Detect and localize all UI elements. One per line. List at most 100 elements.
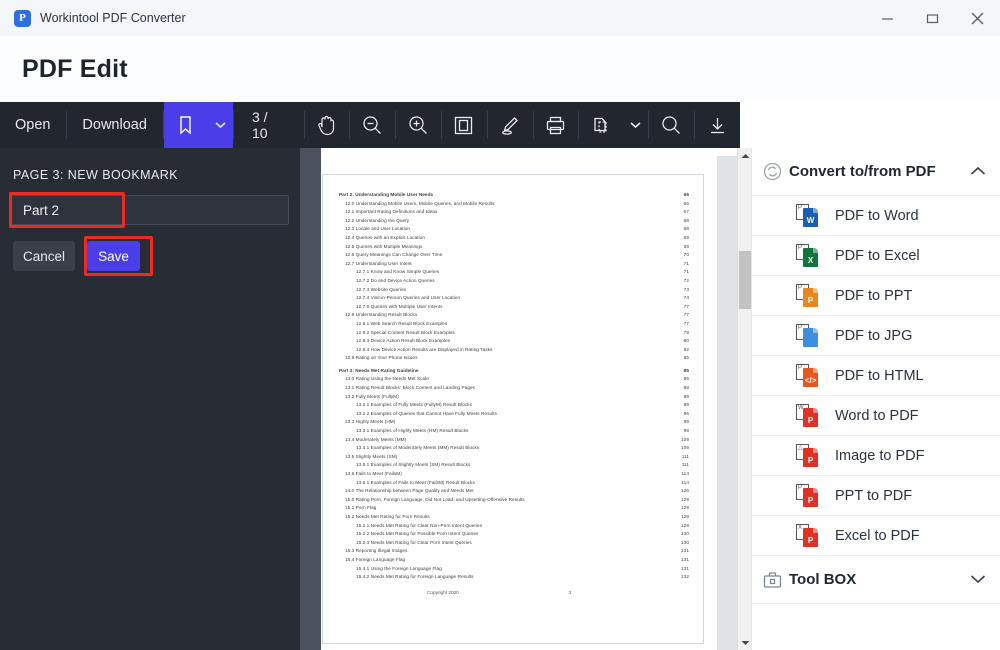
toc-entry-page: 89 <box>683 393 689 399</box>
target-file-glyph: W <box>803 207 818 227</box>
toc-entry-page: 74 <box>683 295 689 301</box>
toc-entry-title: 15.4 Foreign Language Flag <box>345 556 406 562</box>
toc-entry-title: 12.5 Queries with Multiple Meanings <box>345 243 423 249</box>
toc-row: 12.0 Understanding Mobile Users, Mobile … <box>339 200 689 209</box>
toc-entry-page: 130 <box>681 531 689 537</box>
toc-entry-page: 132 <box>681 574 689 580</box>
convert-item[interactable]: X P Excel to PDF <box>752 516 1000 556</box>
toolbox-section-header[interactable]: Tool BOX <box>752 556 1000 604</box>
page-title: PDF Edit <box>22 54 128 83</box>
viewer-scrollbar[interactable] <box>737 148 751 650</box>
bookmark-icon[interactable] <box>163 102 209 148</box>
toc-entry-page: 68 <box>683 226 689 232</box>
toc-entry-title: 13.5 Slightly Meets (SM) <box>345 453 398 459</box>
close-button[interactable] <box>955 0 1000 36</box>
convert-item[interactable]: P P PPT to PDF <box>752 476 1000 516</box>
scroll-up-arrow-icon[interactable] <box>738 148 752 163</box>
bookmark-dropdown-chevron-down-icon[interactable] <box>208 102 234 148</box>
page-layout-icon[interactable] <box>442 102 487 148</box>
page-indicator: 3 / 10 <box>251 109 268 141</box>
toc-entry-page: 77 <box>683 320 689 326</box>
file-fold-corner <box>813 287 818 293</box>
toc-entry-page: 88 <box>683 385 689 391</box>
convert-item[interactable]: W P Word to PDF <box>752 396 1000 436</box>
file-fold-corner <box>813 327 818 333</box>
convert-item[interactable]: P </> PDF to HTML <box>752 356 1000 396</box>
zoom-out-icon[interactable] <box>350 102 395 148</box>
toc-row: 15.1 Porn Flag 129 <box>339 504 689 513</box>
toc-entry-title: 13.5.1 Examples of Slightly Meets (SM) R… <box>356 462 471 468</box>
scroll-down-arrow-icon[interactable] <box>738 635 752 650</box>
file-fold-corner <box>813 247 818 253</box>
toc-entry-page: 131 <box>681 565 689 571</box>
app-logo-icon: P <box>14 9 31 27</box>
toc-entry-page: 126 <box>681 488 689 494</box>
cancel-button[interactable]: Cancel <box>13 241 75 271</box>
toc-entry-title: 12.4 Queries with an Explicit Location <box>345 234 426 240</box>
toc-entry-page: 68 <box>683 217 689 223</box>
toc-entry-page: 66 <box>683 200 689 206</box>
save-button[interactable]: Save <box>87 241 140 271</box>
extract-pages-icon[interactable] <box>579 102 624 148</box>
file-fold-corner <box>813 527 818 533</box>
minimize-button[interactable] <box>865 0 910 36</box>
toc-entry-title: 13.3 Highly Meets (HM) <box>345 419 396 425</box>
editor-toolbar: Open Download 3 / 10 <box>0 102 740 148</box>
toc-entry-page: 73 <box>683 286 689 292</box>
convert-section-header[interactable]: Convert to/from PDF <box>752 148 1000 196</box>
toc-entry-page: 72 <box>683 277 689 283</box>
toc-entry-title: 13.6.1 Examples of Fails to Meet (FailsM… <box>356 479 475 485</box>
zoom-in-icon[interactable] <box>396 102 441 148</box>
toc-row: 12.8.2 Special Content Result Block Exam… <box>339 329 689 338</box>
convert-section-title: Convert to/from PDF <box>789 163 936 180</box>
convert-item[interactable]: P X PDF to Excel <box>752 236 1000 276</box>
convert-item[interactable]: P P PDF to PPT <box>752 276 1000 316</box>
toc-entry-title: 12.6 Query Meanings Can Change Over Time <box>345 252 443 258</box>
target-file-glyph: P <box>803 487 818 507</box>
convert-item[interactable]: P PDF to JPG <box>752 316 1000 356</box>
toc-row: Part 2: Understanding Mobile User Needs 6… <box>339 191 689 200</box>
scrollbar-thumb[interactable] <box>739 251 751 309</box>
toc-entry-title: 12.8 Understanding Result Blocks <box>345 312 418 318</box>
toc-row: 12.8.1 Web Search Result Block Examples 7… <box>339 320 689 329</box>
open-button[interactable]: Open <box>0 102 66 148</box>
toc-entry-title: Part 2: Understanding Mobile User Needs <box>339 192 434 197</box>
toc-entry-title: 15.2.2 Needs Met Rating for Possible Por… <box>356 531 479 537</box>
highlight-pen-icon[interactable] <box>488 102 533 148</box>
target-file-glyph: X <box>803 247 818 267</box>
sidebar-resize-strip[interactable] <box>300 148 321 650</box>
toc-entry-page: 69 <box>683 243 689 249</box>
toc-entry-title: 13.4 Moderately Meets (MM) <box>345 436 407 442</box>
convert-item-label: Image to PDF <box>835 447 925 464</box>
convert-item[interactable]: △ P Image to PDF <box>752 436 1000 476</box>
toolbox-icon <box>763 571 789 589</box>
toc-entry-title: 13.4.1 Examples of Moderately Meets (MM)… <box>356 445 480 451</box>
toc-entry-title: Part 3: Needs Met Rating Guideline <box>339 367 419 373</box>
chevron-up-icon[interactable] <box>970 163 986 181</box>
extract-dropdown-chevron-down-icon[interactable] <box>624 102 648 148</box>
toc-entry-title: 12.7.3 Website Queries <box>356 286 406 292</box>
search-icon[interactable] <box>649 102 694 148</box>
chevron-down-icon[interactable] <box>970 571 986 589</box>
save-download-icon[interactable] <box>695 102 740 148</box>
bookmark-name-input[interactable] <box>11 195 289 225</box>
toc-row: 13.6.1 Examples of Fails to Meet (FailsM… <box>339 479 689 488</box>
convert-item[interactable]: P W PDF to Word <box>752 196 1000 236</box>
download-button[interactable]: Download <box>67 102 163 148</box>
toc-entry-title: 12.7.1 Know and Know Simple Queries <box>356 269 440 275</box>
toc-entry-title: 12.9 Rating on Your Phone Issues <box>345 355 418 361</box>
hand-tool-icon[interactable] <box>305 102 350 148</box>
toc-entry-title: 14.0 The Relationship between Page Quali… <box>345 488 474 494</box>
pdf-to-word-icon: PW <box>796 203 822 229</box>
toc-entry-title: 12.7.5 Queries with Multiple User Intent… <box>356 303 443 309</box>
toc-entry-page: 114 <box>681 471 689 476</box>
maximize-button[interactable] <box>910 0 955 36</box>
toc-entry-page: 99 <box>683 428 689 434</box>
toc-row: 12.7.5 Queries with Multiple User Intent… <box>339 303 689 312</box>
main-body: PAGE 3: NEW BOOKMARK Cancel Save Part 2:… <box>0 148 1000 650</box>
toc-entry-title: 12.8.3 Device Action Result Block Exampl… <box>356 338 451 344</box>
toc-row: 15.2.2 Needs Met Rating for Possible Por… <box>339 530 689 539</box>
print-icon[interactable] <box>534 102 579 148</box>
toc-entry-page: 69 <box>683 234 689 240</box>
toc-entry-page: 114 <box>681 479 689 485</box>
